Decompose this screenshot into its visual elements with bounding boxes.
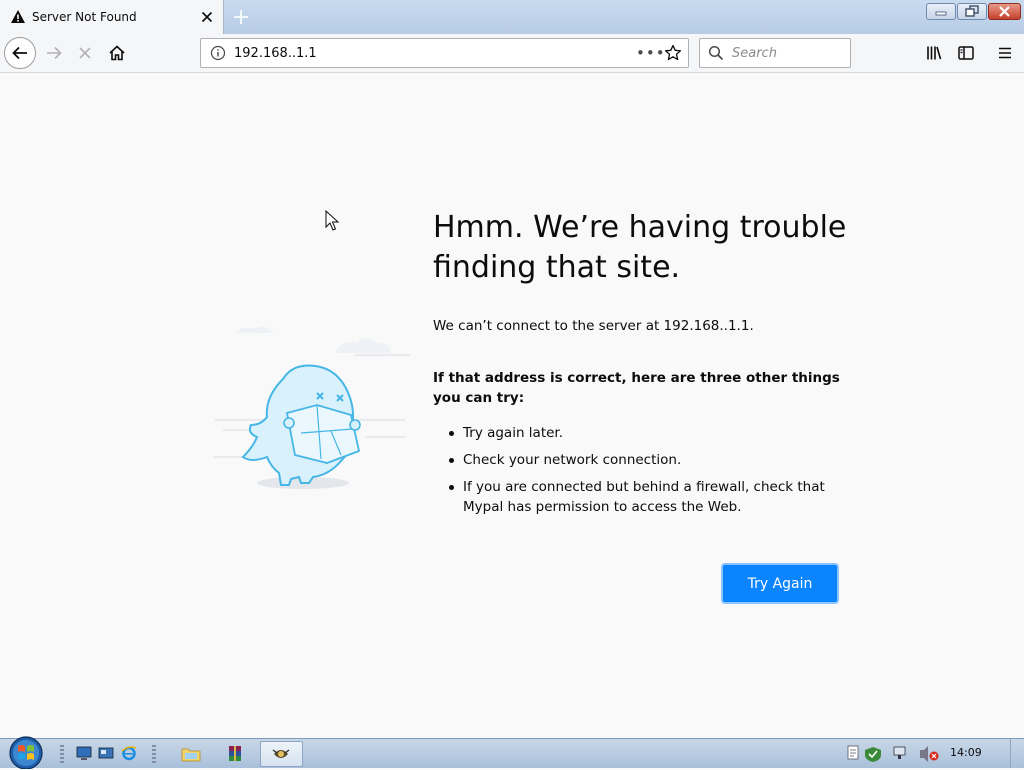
internet-explorer-icon[interactable] <box>121 745 137 761</box>
mouse-cursor-icon <box>325 210 339 231</box>
stop-x-icon <box>79 47 91 59</box>
taskbar-explorer[interactable] <box>172 741 210 767</box>
sidebar-toggle-button[interactable] <box>952 39 980 67</box>
menu-button[interactable] <box>991 39 1019 67</box>
close-tab-icon[interactable] <box>199 9 215 25</box>
try-again-button[interactable]: Try Again <box>723 565 837 602</box>
start-button-icon[interactable] <box>6 733 46 769</box>
tab-strip: Server Not Found <box>0 0 1024 34</box>
back-button[interactable] <box>4 37 36 69</box>
tab-title: Server Not Found <box>32 10 137 24</box>
library-icon <box>927 46 942 60</box>
window-restore-button[interactable] <box>957 3 987 20</box>
winrar-icon <box>229 746 241 761</box>
switch-windows-icon[interactable] <box>98 745 114 761</box>
taskbar-mypal-browser[interactable] <box>260 741 303 767</box>
tab-server-not-found[interactable]: Server Not Found <box>0 0 224 34</box>
error-illustration <box>213 326 410 489</box>
window-minimize-button[interactable] <box>926 3 956 20</box>
taskbar: 14:09 <box>0 736 1024 769</box>
search-icon <box>708 45 724 61</box>
home-icon <box>109 45 125 61</box>
folder-icon <box>181 748 201 762</box>
sidebar-icon <box>958 46 974 60</box>
hamburger-menu-icon <box>999 47 1011 59</box>
show-desktop-icon[interactable] <box>76 745 92 761</box>
toolbar-grip[interactable] <box>152 745 156 763</box>
notes-icon <box>847 745 859 760</box>
taskbar-clock[interactable]: 14:09 <box>950 746 982 759</box>
toolbar-grip[interactable] <box>60 745 64 763</box>
page-actions-icon[interactable]: ••• <box>636 44 665 62</box>
tip-item: Check your network connection. <box>433 450 843 470</box>
show-desktop-button[interactable] <box>1010 739 1024 768</box>
taskbar-winrar[interactable] <box>216 741 254 767</box>
home-button[interactable] <box>103 39 131 67</box>
url-bar[interactable]: ••• <box>200 38 689 68</box>
bookmark-star-icon[interactable] <box>662 42 684 64</box>
tip-item: Try again later. <box>433 423 843 443</box>
back-arrow-icon <box>12 46 27 60</box>
info-icon[interactable] <box>210 45 226 61</box>
tip-item: If you are connected but behind a firewa… <box>433 477 843 517</box>
tips-heading: If that address is correct, here are thr… <box>433 370 840 406</box>
search-input[interactable] <box>730 44 844 62</box>
navigation-toolbar: ••• <box>0 34 1024 73</box>
search-bar[interactable] <box>699 38 851 68</box>
new-tab-icon[interactable] <box>230 6 252 28</box>
error-title: Hmm. We’re having trouble finding that s… <box>433 210 847 285</box>
mypal-icon <box>272 749 290 758</box>
stop-button[interactable] <box>71 39 99 67</box>
system-tray[interactable] <box>845 744 945 764</box>
url-input[interactable] <box>232 44 636 62</box>
forward-button[interactable] <box>40 39 68 67</box>
volume-muted-icon <box>920 746 928 762</box>
forward-arrow-icon <box>47 46 62 60</box>
tips-list: Try again later. Check your network conn… <box>433 423 843 524</box>
warning-icon <box>11 10 25 23</box>
library-button[interactable] <box>920 39 948 67</box>
shield-icon <box>865 747 881 762</box>
network-icon <box>893 746 906 756</box>
window-close-button[interactable] <box>988 3 1021 20</box>
error-description: We can’t connect to the server at 192.16… <box>433 318 754 334</box>
